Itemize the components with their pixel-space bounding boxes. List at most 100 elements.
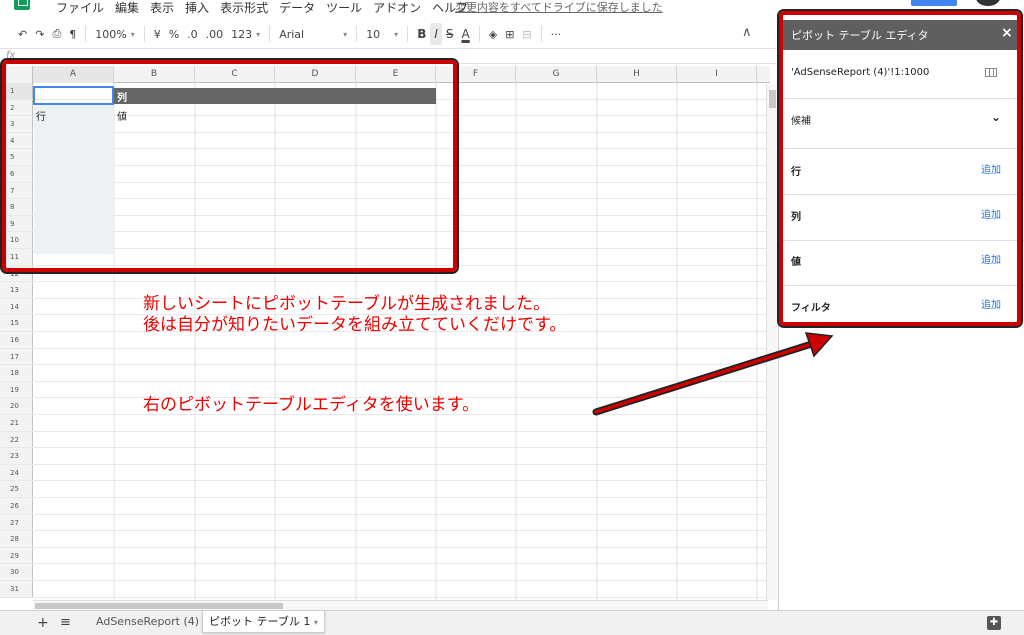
grid-row[interactable]: 30 xyxy=(0,564,770,581)
row-header[interactable]: 24 xyxy=(0,464,33,481)
row-header[interactable]: 20 xyxy=(0,398,33,414)
zoom-value: 100% xyxy=(95,27,127,41)
bold-button[interactable]: B xyxy=(413,23,430,45)
print-icon[interactable]: ⎙ xyxy=(48,23,65,45)
highlight-pivot-table xyxy=(2,60,457,272)
sheets-logo-icon[interactable] xyxy=(14,0,30,10)
row-header[interactable]: 16 xyxy=(0,332,33,348)
more-button[interactable]: ··· xyxy=(547,23,566,45)
row-header[interactable]: 28 xyxy=(0,531,33,547)
vertical-scrollbar[interactable] xyxy=(766,84,777,600)
column-header-i[interactable]: I xyxy=(677,66,757,83)
avatar[interactable] xyxy=(976,0,1000,6)
font-size-select[interactable]: 10 ▾ xyxy=(362,23,402,45)
column-header-g[interactable]: G xyxy=(516,66,597,83)
text-color-button[interactable]: A xyxy=(458,23,474,45)
explore-icon[interactable]: ✚ xyxy=(987,616,1001,630)
toolbar-divider xyxy=(269,26,271,42)
menu-view[interactable]: 表示 xyxy=(150,0,174,16)
vertical-scroll-thumb[interactable] xyxy=(769,90,776,108)
row-header[interactable]: 15 xyxy=(0,315,33,331)
toolbar-divider xyxy=(143,26,145,42)
menu-edit[interactable]: 編集 xyxy=(115,0,139,16)
row-header[interactable]: 19 xyxy=(0,381,33,398)
row-header[interactable]: 29 xyxy=(0,547,33,564)
menu-items: ファイル 編集 表示 挿入 表示形式 データ ツール アドオン ヘルプ xyxy=(56,0,468,16)
horizontal-scroll-thumb[interactable] xyxy=(35,603,283,609)
borders-icon[interactable]: ⊞ xyxy=(501,23,518,45)
toolbar-divider xyxy=(356,26,358,42)
menu-addons[interactable]: アドオン xyxy=(373,0,421,16)
share-button[interactable] xyxy=(911,0,957,6)
row-header[interactable]: 22 xyxy=(0,431,33,448)
merge-cells-icon[interactable]: ⊟ xyxy=(518,23,535,45)
sheet-tab-adsense[interactable]: AdSenseReport (4) ▾ xyxy=(90,611,213,633)
grid-row[interactable]: 24 xyxy=(0,464,770,482)
sheet-tab-bar: + ≡ AdSenseReport (4) ▾ ピボット テーブル 1 ▾ ✚ xyxy=(0,610,1024,635)
row-header[interactable]: 17 xyxy=(0,348,33,365)
menu-file[interactable]: ファイル xyxy=(56,0,104,16)
annotation-line-1: 新しいシートにピボットテーブルが生成されました。 xyxy=(143,294,550,314)
grid-row[interactable]: 25 xyxy=(0,481,770,498)
toolbar: ↶ ↷ ⎙ ¶ 100% ▾ ¥ % .0 .00 123 ▾ Arial ▾ 10 ▾… xyxy=(0,22,776,46)
sheet-tab-label: ピボット テーブル 1 xyxy=(209,615,311,628)
font-select[interactable]: Arial ▾ xyxy=(275,23,351,45)
grid-row[interactable]: 27 xyxy=(0,514,770,532)
sheet-tab-pivot[interactable]: ピボット テーブル 1 ▾ xyxy=(202,611,325,633)
row-header[interactable]: 14 xyxy=(0,298,33,315)
chevron-down-icon[interactable]: ▾ xyxy=(314,618,318,627)
horizontal-scrollbar[interactable] xyxy=(33,600,768,610)
grid-row[interactable]: 21 xyxy=(0,415,770,432)
row-header[interactable]: 30 xyxy=(0,564,33,580)
grid-row[interactable]: 23 xyxy=(0,448,770,465)
annotation-line-2: 後は自分が知りたいデータを組み立てていくだけです。 xyxy=(143,315,567,335)
highlight-pivot-editor xyxy=(779,11,1021,326)
menu-insert[interactable]: 挿入 xyxy=(185,0,209,16)
font-size-value: 10 xyxy=(366,27,381,41)
toolbar-divider xyxy=(540,26,542,42)
row-header[interactable]: 13 xyxy=(0,282,33,298)
grid-row[interactable]: 29 xyxy=(0,547,770,565)
row-header[interactable]: 18 xyxy=(0,365,33,381)
collapse-toolbar-icon[interactable]: ∧ xyxy=(742,25,752,40)
menu-format[interactable]: 表示形式 xyxy=(220,0,268,16)
add-sheet-icon[interactable]: + xyxy=(37,615,49,631)
redo-icon[interactable]: ↷ xyxy=(31,23,48,45)
increase-decimal-button[interactable]: .00 xyxy=(202,23,228,45)
grid-row[interactable]: 31 xyxy=(0,581,770,598)
row-header[interactable]: 23 xyxy=(0,448,33,464)
column-header-h[interactable]: H xyxy=(597,66,677,83)
menu-tools[interactable]: ツール xyxy=(326,0,362,16)
paint-format-icon[interactable]: ¶ xyxy=(65,23,80,45)
menu-data[interactable]: データ xyxy=(279,0,315,16)
zoom-select[interactable]: 100% ▾ xyxy=(91,23,138,45)
grid-row[interactable]: 28 xyxy=(0,531,770,548)
strikethrough-button[interactable]: S xyxy=(442,23,458,45)
chevron-down-icon: ▾ xyxy=(130,29,135,39)
grid-row[interactable]: 26 xyxy=(0,498,770,515)
row-header[interactable]: 25 xyxy=(0,481,33,497)
annotation-line-3: 右のピボットテーブルエディタを使います。 xyxy=(143,395,480,415)
row-header[interactable]: 26 xyxy=(0,498,33,514)
more-formats-label: 123 xyxy=(231,27,253,41)
row-header[interactable]: 27 xyxy=(0,514,33,531)
row-header[interactable]: 21 xyxy=(0,415,33,431)
row-header[interactable]: 31 xyxy=(0,581,33,597)
chevron-down-icon: ▾ xyxy=(256,29,261,39)
more-formats-select[interactable]: 123 ▾ xyxy=(227,23,264,45)
toolbar-divider xyxy=(85,26,87,42)
sheet-tab-label: AdSenseReport (4) xyxy=(96,615,200,628)
grid-row[interactable]: 18 xyxy=(0,365,770,382)
font-value: Arial xyxy=(279,27,305,41)
all-sheets-icon[interactable]: ≡ xyxy=(60,615,71,630)
percent-button[interactable]: % xyxy=(165,23,183,45)
grid-row[interactable]: 17 xyxy=(0,348,770,366)
toolbar-divider xyxy=(407,26,409,42)
fill-color-icon[interactable]: ◈ xyxy=(485,23,501,45)
save-status-link[interactable]: 変更内容をすべてドライブに保存しました xyxy=(455,0,663,15)
grid-row[interactable]: 22 xyxy=(0,431,770,449)
undo-icon[interactable]: ↶ xyxy=(14,23,31,45)
italic-button[interactable]: I xyxy=(430,23,442,45)
decrease-decimal-button[interactable]: .0 xyxy=(183,23,202,45)
currency-button[interactable]: ¥ xyxy=(150,23,165,45)
